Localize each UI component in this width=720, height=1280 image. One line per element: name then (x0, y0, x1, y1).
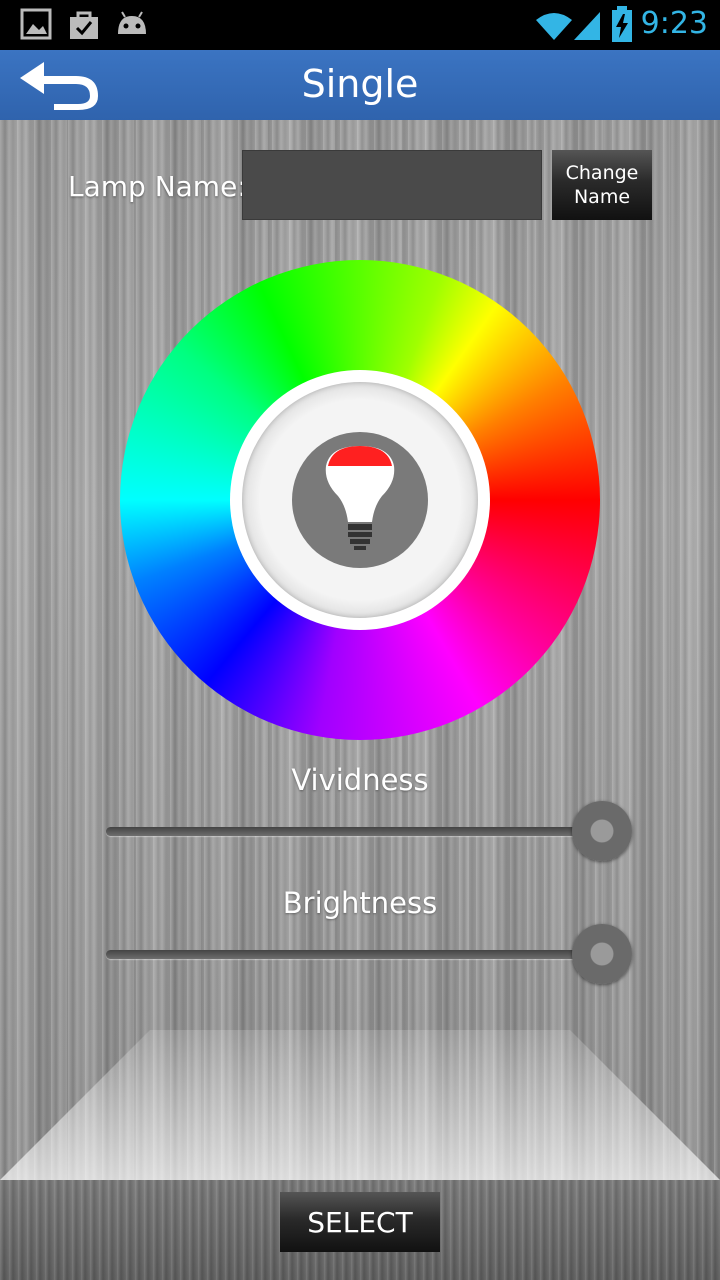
select-button[interactable]: SELECT (280, 1192, 440, 1252)
lamp-name-input[interactable] (242, 150, 542, 220)
brightness-slider-track[interactable] (106, 950, 602, 959)
signal-icon (574, 12, 600, 40)
shopping-bag-icon (70, 11, 98, 39)
android-icon (118, 11, 146, 34)
vividness-slider-thumb[interactable] (572, 801, 632, 861)
battery-charging-icon (612, 6, 632, 42)
lamp-name-label: Lamp Name: (68, 170, 247, 203)
floor-light-decoration (0, 1030, 720, 1180)
page-title: Single (301, 62, 419, 106)
status-time: 9:23 (640, 6, 708, 41)
light-bulb-icon (292, 432, 428, 568)
change-name-label-line2: Name (573, 186, 631, 208)
change-name-label-line1: Change (565, 162, 639, 184)
gallery-icon (20, 8, 52, 40)
vividness-label: Vividness (291, 763, 429, 797)
vividness-slider-track[interactable] (106, 827, 602, 836)
change-name-button[interactable]: Change Name (552, 150, 652, 220)
brightness-label: Brightness (282, 886, 438, 920)
brightness-slider-thumb[interactable] (572, 924, 632, 984)
wifi-icon (536, 13, 572, 40)
action-bar: Single (0, 50, 720, 120)
status-bar: 9:23 (0, 0, 720, 50)
